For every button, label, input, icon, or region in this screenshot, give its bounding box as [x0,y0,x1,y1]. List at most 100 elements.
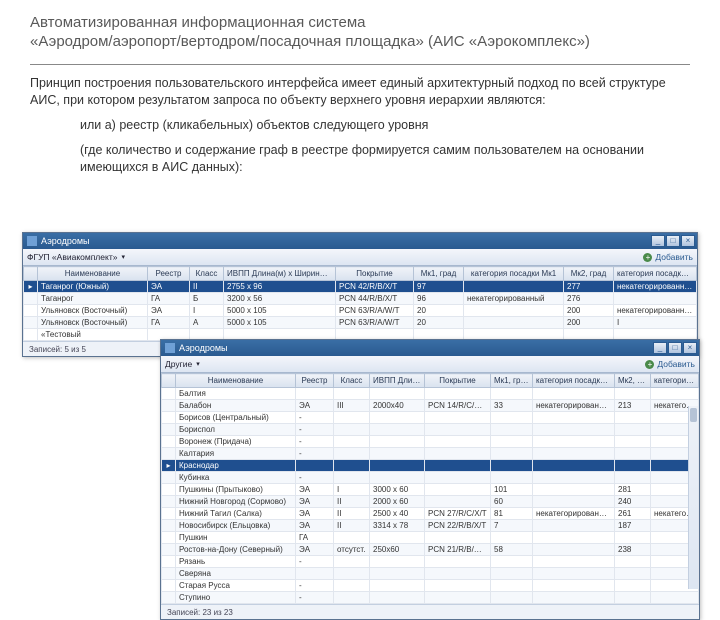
column-header[interactable]: категория посадки Мк2 [651,374,699,388]
cell: Нижний Тагил (Салка) [176,508,296,520]
table-row[interactable]: Ульяновск (Восточный)ЭАI5000 x 105PCN 63… [24,305,697,317]
data-grid[interactable]: НаименованиеРеестрКлассИВПП Длина(м) x Ш… [161,373,699,604]
column-header[interactable]: Реестр [296,374,334,388]
column-header[interactable]: Наименование [38,267,148,281]
table-row[interactable]: Кубинка- [162,472,699,484]
close-button[interactable]: × [683,342,697,354]
minimize-button[interactable]: _ [651,235,665,247]
cell [425,436,491,448]
cell [425,472,491,484]
table-row[interactable]: Рязань- [162,556,699,568]
column-header[interactable] [24,267,38,281]
cell: А [190,317,224,329]
cell: 3314 x 78 [370,520,425,532]
table-row[interactable]: Ростов-на-Дону (Северный)ЭАотсутст.250x6… [162,544,699,556]
column-header[interactable]: Покрытие [336,267,414,281]
table-row[interactable]: ▸Краснодар [162,460,699,472]
table-row[interactable]: ПушкинГА [162,532,699,544]
scrollbar-thumb[interactable] [690,408,697,422]
cell [464,305,564,317]
cell: - [296,436,334,448]
cell [615,580,651,592]
column-header[interactable]: Класс [190,267,224,281]
table-row[interactable]: Борисов (Центральный)- [162,412,699,424]
window-title: Аэродромы [41,236,650,246]
cell [533,460,615,472]
table-row[interactable]: Новосибирск (Ельцовка)ЭАII3314 x 78PCN 2… [162,520,699,532]
table-row[interactable]: Калтария- [162,448,699,460]
intro-paragraph: Принцип построения пользовательского инт… [30,75,690,109]
row-icon [162,472,176,484]
cell: 3000 x 60 [370,484,425,496]
maximize-button[interactable]: □ [668,342,682,354]
cell [296,568,334,580]
table-row[interactable]: Ульяновск (Восточный)ГАА5000 x 105PCN 63… [24,317,697,329]
column-header[interactable]: Мк2, град [564,267,614,281]
column-header[interactable]: Наименование [176,374,296,388]
cell [464,281,564,293]
table-row[interactable]: Бориспол- [162,424,699,436]
data-grid[interactable]: НаименованиеРеестрКлассИВПП Длина(м) x Ш… [23,266,697,341]
titlebar[interactable]: Аэродромы _ □ × [23,233,697,249]
divider [30,64,690,65]
add-button[interactable]: + Добавить [645,359,695,369]
column-header[interactable]: Класс [334,374,370,388]
column-header[interactable] [162,374,176,388]
cell [615,388,651,400]
column-header[interactable]: ИВПП Длина(м) x Ширина (м) [224,267,336,281]
cell [533,424,615,436]
cell: Ростов-на-Дону (Северный) [176,544,296,556]
column-header[interactable]: Мк1, град [491,374,533,388]
column-header[interactable]: ИВПП Длина(м) x Ширина (м) [370,374,425,388]
table-row[interactable]: Нижний Новгород (Сормово)ЭАII2000 x 6060… [162,496,699,508]
filter-combo[interactable]: ФГУП «Авиакомплект» ▾ [27,252,643,262]
cell: 20 [414,317,464,329]
table-row[interactable]: ТаганрогГАБ3200 x 56PCN 44/R/B/X/T96нека… [24,293,697,305]
cell: PCN 14/R/C/W/T [425,400,491,412]
table-row[interactable]: Воронеж (Придача)- [162,436,699,448]
table-row[interactable]: Сверяна [162,568,699,580]
cell: 81 [491,508,533,520]
column-header[interactable]: Мк1, град [414,267,464,281]
cell [370,424,425,436]
table-row[interactable]: Балтия [162,388,699,400]
table-row[interactable]: Пушкины (Прытыково)ЭАI3000 x 60101281 [162,484,699,496]
table-row[interactable]: Нижний Тагил (Салка)ЭАII2500 x 40PCN 27/… [162,508,699,520]
cell: Ульяновск (Восточный) [38,305,148,317]
cell [370,556,425,568]
column-header[interactable]: категория посадки Мк1 [533,374,615,388]
column-header[interactable]: Реестр [148,267,190,281]
cell [334,412,370,424]
cell: 97 [414,281,464,293]
cell: Балтия [176,388,296,400]
add-button[interactable]: + Добавить [643,252,693,262]
scrollbar[interactable] [688,406,698,589]
table-row[interactable]: БалабонЭАIII2000x40PCN 14/R/C/W/T33некат… [162,400,699,412]
close-button[interactable]: × [681,235,695,247]
column-header[interactable]: категория посадки Мк1 [464,267,564,281]
cell: 213 [615,400,651,412]
column-header[interactable]: Покрытие [425,374,491,388]
filter-combo[interactable]: Другие ▾ [165,359,645,369]
table-row[interactable]: Старая Русса- [162,580,699,592]
window-aerodromes-bottom: Аэродромы _ □ × Другие ▾ + Добавить Наим… [160,339,700,620]
cell: некатегорированный [614,281,697,293]
row-icon [162,448,176,460]
table-row[interactable]: Ступино- [162,592,699,604]
cell: 20 [414,305,464,317]
maximize-button[interactable]: □ [666,235,680,247]
minimize-button[interactable]: _ [653,342,667,354]
cell [491,460,533,472]
table-row[interactable]: ▸Таганрог (Южный)ЭАII2755 x 96PCN 42/R/B… [24,281,697,293]
cell [491,388,533,400]
column-header[interactable]: категория посадки Мк2 [614,267,697,281]
row-icon: ▸ [24,281,38,293]
cell: Борисов (Центральный) [176,412,296,424]
cell [334,460,370,472]
window-icon [165,343,175,353]
cell: 33 [491,400,533,412]
row-icon [162,556,176,568]
titlebar[interactable]: Аэродромы _ □ × [161,340,699,356]
column-header[interactable]: Мк2, град [615,374,651,388]
cell: ЭА [148,305,190,317]
